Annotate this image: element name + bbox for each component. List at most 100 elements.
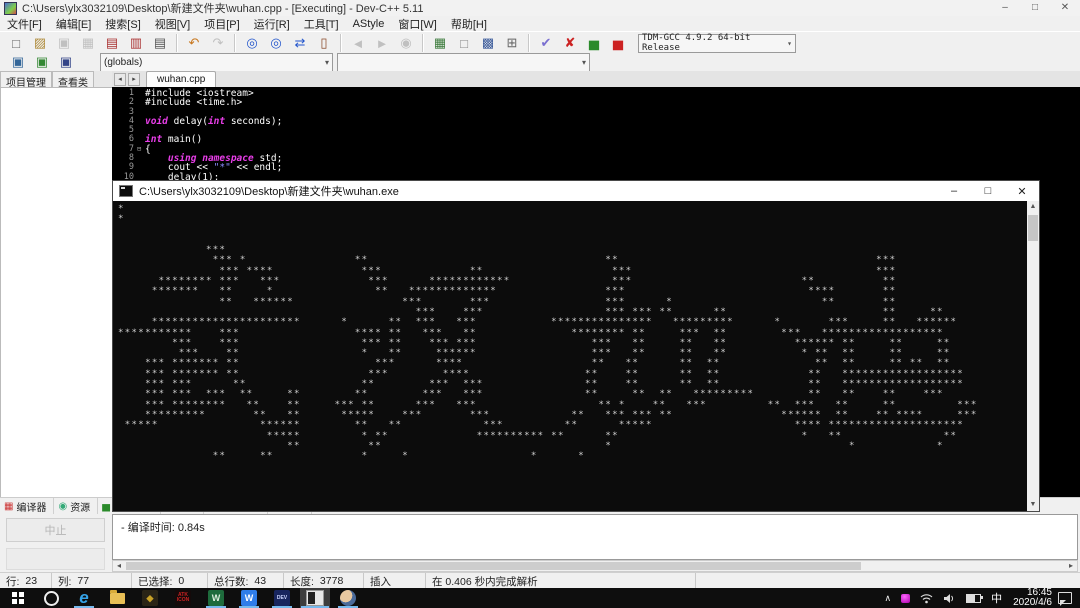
- tab-class-view[interactable]: 查看类: [52, 71, 94, 87]
- save-icon: ▣: [58, 35, 70, 51]
- profile-button[interactable]: ▅: [583, 33, 606, 54]
- menu-item-5[interactable]: 运行[R]: [247, 16, 297, 32]
- members-select[interactable]: ▾: [337, 53, 590, 72]
- menu-item-6[interactable]: 工具[T]: [297, 16, 346, 32]
- compile-and-run-icon: ▩: [482, 35, 494, 51]
- close-all-icon: ▥: [130, 35, 142, 51]
- console-app[interactable]: [300, 588, 330, 608]
- run-button[interactable]: □: [453, 33, 476, 54]
- menu-item-9[interactable]: 帮助[H]: [444, 16, 494, 32]
- tab-scroll-right-icon[interactable]: ▸: [128, 73, 140, 86]
- status-selected-value: 0: [178, 575, 184, 587]
- app-atk[interactable]: ATK ICON: [168, 588, 198, 608]
- run-icon: □: [460, 36, 468, 51]
- user-avatar[interactable]: [333, 588, 363, 608]
- start-button[interactable]: [3, 588, 33, 608]
- edge[interactable]: e: [69, 588, 99, 608]
- find-in-files-button[interactable]: ◎: [265, 33, 288, 54]
- volume-icon[interactable]: [943, 593, 956, 604]
- ide-close-button[interactable]: ✕: [1050, 1, 1080, 15]
- file-explorer[interactable]: [102, 588, 132, 608]
- scroll-down-icon[interactable]: ▼: [1027, 499, 1039, 511]
- wps-office[interactable]: W: [234, 588, 264, 608]
- action-center-icon[interactable]: [1058, 592, 1072, 604]
- app-dark[interactable]: ◆: [135, 588, 165, 608]
- hscroll-right-icon[interactable]: ▸: [1065, 561, 1077, 571]
- replace-button[interactable]: ⇄: [289, 33, 312, 54]
- redo-icon: ↷: [213, 35, 224, 51]
- rebuild-all-button[interactable]: ⊞: [501, 33, 524, 54]
- print-button[interactable]: ▤: [149, 33, 172, 54]
- remove-from-project-button[interactable]: ▣: [55, 52, 78, 73]
- scroll-up-icon[interactable]: ▲: [1027, 201, 1039, 213]
- globals-select[interactable]: (globals)▾: [100, 53, 333, 72]
- battery-icon[interactable]: [966, 594, 981, 603]
- hscroll-left-icon[interactable]: ◂: [113, 561, 125, 571]
- fold-marker-icon[interactable]: ⊟: [137, 145, 145, 154]
- debug-icon: ✔: [541, 35, 552, 51]
- console-window[interactable]: C:\Users\ylx3032109\Desktop\新建文件夹\wuhan.…: [112, 180, 1040, 512]
- editor-tabstrip: ◂ ▸ wuhan.cpp: [112, 71, 1080, 88]
- incremental-search-button[interactable]: ▯: [313, 33, 336, 54]
- console-maximize-button[interactable]: □: [971, 181, 1005, 201]
- dev-cpp[interactable]: DEV: [267, 588, 297, 608]
- new-source-button[interactable]: □: [5, 33, 28, 54]
- goto-definition-icon: ◉: [400, 35, 411, 51]
- open-button[interactable]: ▨: [29, 33, 52, 54]
- abort-compilation-button[interactable]: ✘: [559, 33, 582, 54]
- compiler-tab[interactable]: ▦编译器: [0, 498, 54, 515]
- tab-scroll-left-icon[interactable]: ◂: [114, 73, 126, 86]
- toolbar-main: □▨▣▦▤▥▤↶↷◎◎⇄▯◄►◉▦□▩⊞✔✘▅▅TDM-GCC 4.9.2 64…: [0, 31, 1080, 55]
- avatar: [340, 590, 356, 606]
- profile-icon: ▅: [589, 35, 599, 51]
- menu-item-7[interactable]: AStyle: [346, 18, 392, 30]
- tray-app-icon[interactable]: [901, 594, 910, 603]
- console-close-button[interactable]: ✕: [1005, 181, 1039, 201]
- close-button[interactable]: ▤: [101, 33, 124, 54]
- delete-profiling-button[interactable]: ▅: [607, 33, 630, 54]
- resources-tab[interactable]: ◉资源: [54, 498, 98, 515]
- menu-item-2[interactable]: 搜索[S]: [98, 16, 147, 32]
- scroll-thumb[interactable]: [1028, 215, 1038, 241]
- incremental-search-icon: ▯: [320, 35, 327, 51]
- console-scrollbar[interactable]: ▲ ▼: [1027, 201, 1039, 511]
- find-in-files-icon: ◎: [270, 35, 281, 51]
- app-green-w[interactable]: W: [201, 588, 231, 608]
- compile-and-run-button[interactable]: ▩: [477, 33, 500, 54]
- ide-window-title: C:\Users\ylx3032109\Desktop\新建文件夹\wuhan.…: [22, 0, 423, 16]
- menu-item-3[interactable]: 视图[V]: [148, 16, 197, 32]
- hscroll-thumb[interactable]: [126, 562, 861, 570]
- editor-line: 6int main(): [112, 135, 1080, 144]
- back-icon: ◄: [352, 36, 365, 51]
- menu-item-0[interactable]: 文件[F]: [0, 16, 49, 32]
- cortana-button[interactable]: [36, 588, 66, 608]
- undo-button[interactable]: ↶: [183, 33, 206, 54]
- wifi-icon[interactable]: [920, 593, 933, 604]
- log-hscrollbar[interactable]: ◂ ▸: [112, 560, 1078, 572]
- menu-item-4[interactable]: 项目[P]: [197, 16, 246, 32]
- find-button[interactable]: ◎: [241, 33, 264, 54]
- menu-item-1[interactable]: 编辑[E]: [49, 16, 98, 32]
- edge-icon: e: [79, 590, 88, 606]
- menu-item-8[interactable]: 窗口[W]: [391, 16, 444, 32]
- close-all-button[interactable]: ▥: [125, 33, 148, 54]
- abort-button[interactable]: 中止: [6, 518, 105, 542]
- ide-maximize-button[interactable]: □: [1020, 1, 1050, 15]
- app-dark-icon: ◆: [142, 590, 158, 606]
- console-minimize-button[interactable]: –: [937, 181, 971, 201]
- console-app-icon: [119, 185, 133, 197]
- compile-button[interactable]: ▦: [429, 33, 452, 54]
- ime-indicator[interactable]: 中: [991, 590, 1002, 606]
- tray-expand-icon[interactable]: ∧: [884, 593, 891, 604]
- debug-button[interactable]: ✔: [535, 33, 558, 54]
- desktop: C:\Users\ylx3032109\Desktop\新建文件夹\wuhan.…: [0, 0, 1080, 608]
- taskbar-clock[interactable]: 16:45 2020/4/6: [1013, 588, 1052, 608]
- add-to-project-button[interactable]: ▣: [31, 52, 54, 73]
- editor-tab-wuhan-cpp[interactable]: wuhan.cpp: [146, 71, 216, 87]
- new-project-button[interactable]: ▣: [7, 52, 30, 73]
- tab-project-manager[interactable]: 项目管理: [0, 71, 52, 87]
- ide-minimize-button[interactable]: –: [990, 1, 1020, 15]
- project-browser-panel[interactable]: [0, 87, 113, 499]
- console-titlebar[interactable]: C:\Users\ylx3032109\Desktop\新建文件夹\wuhan.…: [113, 181, 1039, 201]
- compiler-select[interactable]: TDM-GCC 4.9.2 64-bit Release▾: [638, 34, 796, 53]
